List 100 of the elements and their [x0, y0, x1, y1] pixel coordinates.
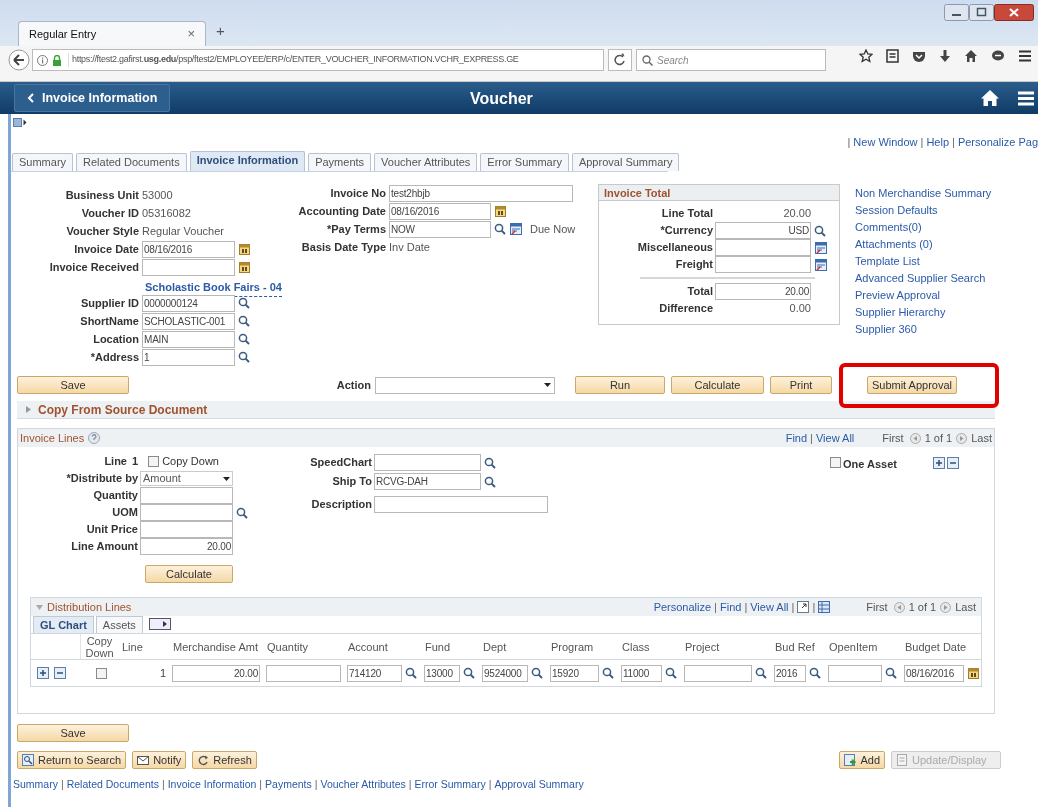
search-icon[interactable] [809, 667, 821, 679]
minimize-icon[interactable] [944, 4, 969, 21]
checkbox[interactable] [830, 457, 841, 468]
first-link[interactable]: First [882, 429, 904, 447]
search-icon[interactable] [814, 224, 826, 237]
search-icon[interactable] [665, 667, 677, 679]
link[interactable]: Session Defaults [855, 203, 992, 217]
input-field[interactable] [828, 664, 882, 682]
tab[interactable]: Voucher Attributes [374, 153, 478, 171]
input-field[interactable] [140, 504, 233, 521]
show-all-columns-icon[interactable] [148, 618, 171, 630]
link[interactable]: Advanced Supplier Search [855, 271, 992, 285]
link[interactable]: Payments [265, 777, 312, 793]
dropdown[interactable]: Amount [140, 471, 233, 486]
input-field[interactable] [140, 521, 233, 538]
detail-icon[interactable] [815, 241, 827, 254]
input-field[interactable]: 714120 [347, 664, 402, 682]
input-field[interactable]: 08/16/2016 [389, 202, 491, 220]
search-icon[interactable] [238, 333, 250, 345]
input-field[interactable]: 9524000 [482, 664, 528, 682]
button[interactable]: Print [770, 376, 832, 394]
search-icon[interactable] [494, 223, 506, 235]
search-icon[interactable] [602, 667, 614, 679]
reload-icon[interactable] [608, 49, 632, 71]
search-icon[interactable] [238, 297, 250, 309]
input-field[interactable]: 20.00 [715, 283, 811, 300]
search-icon[interactable] [405, 667, 417, 679]
input-field[interactable]: 20.00 [140, 538, 233, 555]
calendar-icon[interactable] [968, 667, 979, 679]
input-field[interactable]: 15920 [550, 664, 599, 682]
last-link[interactable]: Last [955, 598, 976, 616]
tab[interactable]: Payments [308, 153, 372, 171]
download-icon[interactable] [939, 49, 951, 63]
button[interactable]: Calculate [145, 565, 233, 583]
button[interactable]: Save [17, 724, 129, 742]
close-tab-icon[interactable]: × [187, 24, 195, 44]
input-field[interactable]: test2hbjb [389, 184, 573, 202]
link[interactable]: Template List [855, 254, 992, 268]
calendar-icon[interactable] [239, 261, 250, 273]
expand-panel-icon[interactable] [13, 118, 27, 127]
reading-list-icon[interactable] [886, 49, 899, 63]
input-field[interactable] [684, 664, 752, 682]
input-field[interactable]: 08/16/2016 [142, 240, 235, 258]
link[interactable]: Non Merchandise Summary [855, 186, 992, 200]
zoom-window-icon[interactable] [797, 601, 810, 613]
input-field[interactable] [140, 487, 233, 504]
info-icon[interactable] [37, 54, 48, 66]
tab[interactable]: Error Summary [480, 153, 569, 171]
input-field[interactable]: 1 [142, 348, 235, 366]
input-field[interactable]: SCHOLASTIC-001 [142, 312, 235, 330]
link[interactable]: Personalize Pag [957, 134, 1038, 151]
star-icon[interactable] [859, 49, 873, 63]
add-row-icon[interactable] [37, 667, 49, 679]
input-field[interactable] [142, 258, 235, 276]
input-field[interactable]: 08/16/2016 [904, 664, 964, 682]
search-icon[interactable] [236, 506, 248, 519]
back-button[interactable]: Invoice Information [14, 84, 171, 112]
maximize-icon[interactable] [969, 4, 994, 21]
tab[interactable]: Invoice Information [189, 151, 306, 171]
input-field[interactable]: NOW [389, 220, 491, 238]
tab[interactable]: Summary [12, 153, 74, 171]
link[interactable]: Find [785, 429, 808, 447]
address-field[interactable]: https://ftest2.gafirst.usg.edu/psp/ftest2/EMPLOYEE/ERP/c/ENTER_VOUCHER_INFORMATION.VCHR_EXPRESS.GE [32, 49, 604, 71]
calendar-icon[interactable] [495, 205, 506, 217]
button[interactable]: Submit Approval [867, 376, 957, 394]
search-icon[interactable] [531, 667, 543, 679]
search-field[interactable]: Search [636, 49, 826, 71]
link[interactable]: Find [719, 598, 742, 616]
input-field[interactable]: MAIN [142, 330, 235, 348]
input-field[interactable]: 11000 [621, 664, 662, 682]
input-field[interactable]: 13000 [424, 664, 460, 682]
grid-icon[interactable] [818, 601, 831, 613]
checkbox[interactable] [148, 456, 160, 467]
link[interactable]: Summary [13, 777, 58, 793]
detail-icon[interactable] [510, 223, 522, 235]
link[interactable]: Voucher Attributes [320, 777, 406, 793]
link[interactable]: New Window [853, 134, 918, 151]
delete-row-icon[interactable] [947, 457, 959, 469]
detail-icon[interactable] [815, 258, 827, 271]
button[interactable]: Notify [132, 751, 187, 769]
link[interactable]: Supplier 360 [855, 322, 992, 336]
search-icon[interactable] [484, 456, 496, 469]
input-field[interactable]: 2016 [774, 664, 806, 682]
button[interactable]: Refresh [192, 751, 257, 769]
lock-icon[interactable] [52, 54, 62, 66]
link[interactable]: Preview Approval [855, 288, 992, 302]
link[interactable]: View All [815, 429, 855, 447]
back-icon[interactable] [8, 49, 30, 71]
link[interactable]: Supplier Hierarchy [855, 305, 992, 319]
help-icon[interactable] [88, 432, 101, 444]
last-link[interactable]: Last [971, 429, 992, 447]
tab[interactable]: Approval Summary [571, 153, 680, 171]
input-field[interactable]: USD [715, 222, 811, 239]
search-icon[interactable] [885, 667, 897, 679]
home-icon[interactable] [964, 49, 978, 63]
menu-icon[interactable] [1018, 50, 1032, 62]
link[interactable]: Approval Summary [494, 777, 584, 793]
section-header[interactable]: Copy From Source Document [17, 401, 995, 419]
link[interactable]: View All [750, 598, 789, 616]
link[interactable]: Attachments (0) [855, 237, 992, 251]
